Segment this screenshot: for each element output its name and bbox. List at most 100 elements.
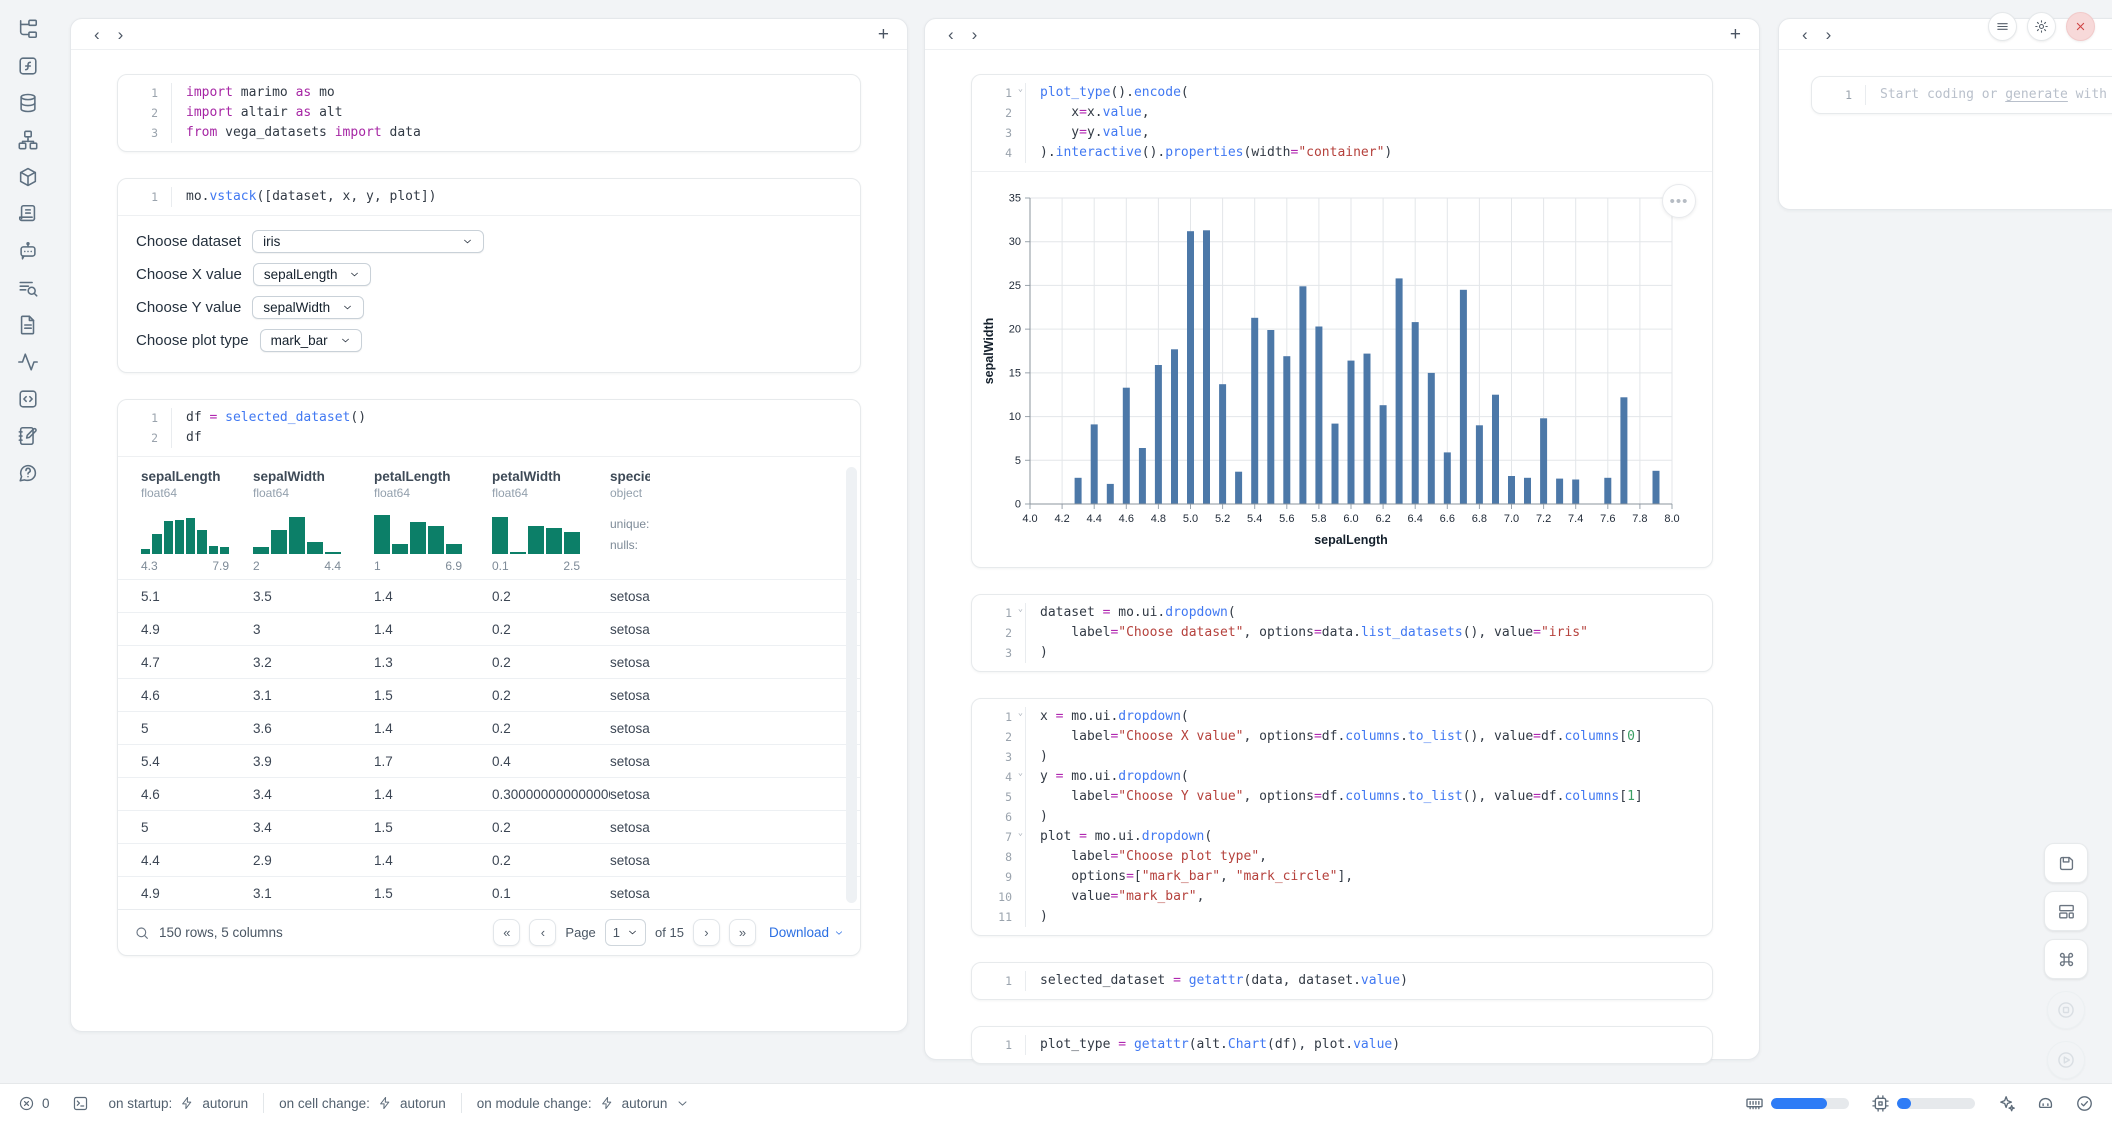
documentation-icon[interactable] [17,314,39,336]
code-text: label="Choose plot type", [1026,847,1281,867]
dependency-graph-icon[interactable] [17,129,39,151]
code-editor[interactable]: 1import marimo as mo2import altair as al… [118,75,860,151]
svg-text:sepalWidth: sepalWidth [982,318,996,385]
column-back-button[interactable]: ‹ [939,26,963,43]
terminal-icon[interactable] [72,1095,89,1112]
last-page-button[interactable]: » [729,919,756,946]
dataset-select[interactable]: iris [252,230,484,253]
command-palette-button[interactable] [2044,939,2088,979]
scratchpad-icon[interactable] [17,425,39,447]
column-header[interactable]: sepalWidthfloat6424.4 [253,469,374,573]
fold-chevron-icon[interactable]: ⌄ [1018,823,1023,843]
ai-sparkles-icon[interactable] [1997,1094,2016,1113]
ai-chat-icon[interactable] [17,240,39,262]
layout-select-button[interactable] [2044,891,2088,931]
download-button[interactable]: Download [769,925,844,940]
column-header[interactable]: petalLengthfloat6416.9 [374,469,492,573]
table-row[interactable]: 5.13.51.40.2setosa [118,579,860,612]
column-header[interactable]: speciesobjectunique:nulls: [610,469,650,573]
line-number: 3 [118,123,172,143]
code-editor[interactable]: 1Start coding or generate with AI [1812,77,2112,113]
column-histogram[interactable] [253,510,341,554]
run-mode-1[interactable]: on cell change:autorun [279,1096,446,1111]
notebook-menu-button[interactable] [1988,12,2017,41]
next-page-button[interactable]: › [693,919,720,946]
run-all-button[interactable] [2047,1041,2085,1079]
snippets-icon[interactable] [17,388,39,410]
total-pages: of 15 [655,925,684,940]
fold-chevron-icon[interactable]: ⌄ [1018,703,1023,723]
shutdown-button[interactable] [2066,12,2095,41]
fold-chevron-icon[interactable]: ⌄ [1018,79,1023,99]
svg-text:5.6: 5.6 [1279,513,1294,525]
chart-menu-button[interactable]: ••• [1662,184,1696,218]
altair-bar-chart[interactable]: 4.04.24.44.64.85.05.25.45.65.86.06.26.46… [980,182,1706,563]
column-header[interactable]: petalWidthfloat640.12.5 [492,469,610,573]
column-forward-button[interactable]: › [109,26,133,43]
column-histogram[interactable] [141,510,229,554]
variables-icon[interactable] [17,55,39,77]
column-header[interactable]: sepalLengthfloat644.37.9 [141,469,253,573]
first-page-button[interactable]: « [493,919,520,946]
code-editor[interactable]: 1df = selected_dataset()2df [118,400,860,456]
connection-status-icon[interactable] [2075,1094,2094,1113]
table-row[interactable]: 4.931.40.2setosa [118,612,860,645]
stop-kernel-button[interactable] [2047,991,2085,1029]
page-select[interactable]: 1 [605,919,646,946]
table-row[interactable]: 4.63.41.40.30000000000000004setosa [118,777,860,810]
column-header: ‹ › + [71,19,907,50]
copilot-icon[interactable] [2036,1094,2055,1113]
table-row[interactable]: 53.61.40.2setosa [118,711,860,744]
prev-page-button[interactable]: ‹ [529,919,556,946]
column-back-button[interactable]: ‹ [85,26,109,43]
code-editor[interactable]: 1selected_dataset = getattr(data, datase… [972,963,1712,999]
x-value-select[interactable]: sepalLength [253,263,372,286]
table-row[interactable]: 5.43.91.70.4setosa [118,744,860,777]
column-forward-button[interactable]: › [1817,26,1841,43]
line-number: 2 [972,103,1026,123]
code-editor[interactable]: 1plot_type = getattr(alt.Chart(df), plot… [972,1027,1712,1063]
table-cell: 0.2 [492,721,610,736]
column-back-button[interactable]: ‹ [1793,26,1817,43]
error-counter[interactable]: 0 [18,1095,50,1112]
table-row[interactable]: 4.63.11.50.2setosa [118,678,860,711]
search-icon[interactable] [134,925,150,941]
table-row[interactable]: 53.41.50.2setosa [118,810,860,843]
table-cell: 3.4 [253,820,374,835]
code-cell-chart: 1⌄plot_type().encode(2 x=x.value,3 y=y.v… [971,74,1713,568]
tracing-icon[interactable] [17,351,39,373]
add-cell-button[interactable]: + [874,25,893,44]
code-text: plot_type().encode( [1026,83,1203,103]
y-value-select[interactable]: sepalWidth [252,296,364,319]
column-histogram[interactable] [374,510,462,554]
table-cell: 1.4 [374,787,492,802]
column-histogram[interactable] [492,510,580,554]
table-header-row: sepalLengthfloat644.37.9sepalWidthfloat6… [118,457,860,579]
fold-chevron-icon[interactable]: ⌄ [1018,763,1023,783]
code-editor[interactable]: 1mo.vstack([dataset, x, y, plot]) [118,179,860,215]
logs-icon[interactable] [17,203,39,225]
file-explorer-icon[interactable] [17,18,39,40]
save-button[interactable] [2044,843,2088,883]
packages-icon[interactable] [17,166,39,188]
add-cell-button[interactable]: + [1726,25,1745,44]
help-icon[interactable] [17,462,39,484]
code-editor[interactable]: 1⌄dataset = mo.ui.dropdown(2 label="Choo… [972,595,1712,671]
table-scrollbar[interactable] [846,467,857,903]
fold-chevron-icon[interactable]: ⌄ [1018,599,1023,619]
table-row[interactable]: 4.42.91.40.2setosa [118,843,860,876]
code-cell-plot-type: 1plot_type = getattr(alt.Chart(df), plot… [971,1026,1713,1064]
code-editor[interactable]: 1⌄plot_type().encode(2 x=x.value,3 y=y.v… [972,75,1712,171]
svg-text:20: 20 [1009,324,1021,336]
column-forward-button[interactable]: › [963,26,987,43]
run-mode-0[interactable]: on startup:autorun [109,1096,249,1111]
data-sources-icon[interactable] [17,92,39,114]
table-row[interactable]: 4.73.21.30.2setosa [118,645,860,678]
settings-button[interactable] [2027,12,2056,41]
code-editor[interactable]: 1⌄x = mo.ui.dropdown(2 label="Choose X v… [972,699,1712,935]
search-icon[interactable] [17,277,39,299]
run-mode-2[interactable]: on module change:autorun [477,1096,690,1111]
plot-type-select[interactable]: mark_bar [260,329,362,352]
stop-circle-icon [2056,1000,2076,1020]
table-row[interactable]: 4.93.11.50.1setosa [118,876,860,909]
